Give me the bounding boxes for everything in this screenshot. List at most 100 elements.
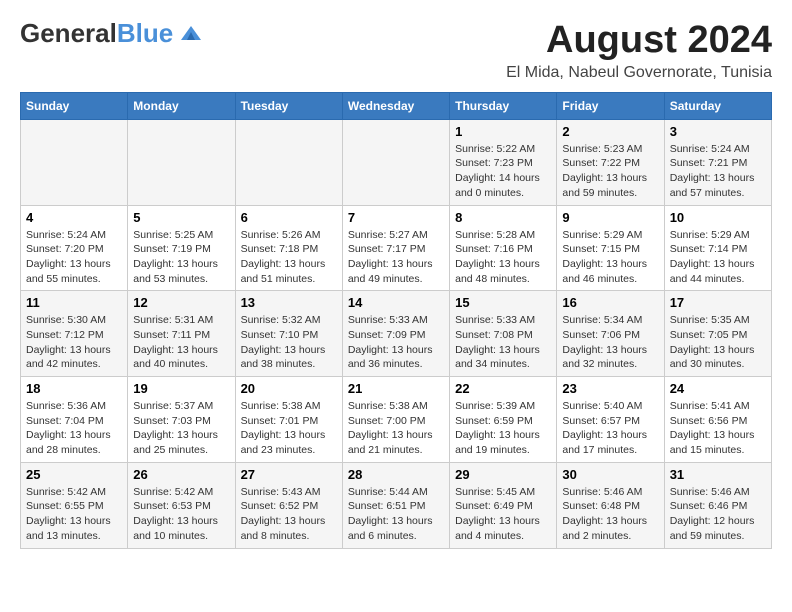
day-number: 7 — [348, 210, 444, 225]
calendar-cell: 7 Sunrise: 5:27 AM Sunset: 7:17 PM Daylig… — [342, 205, 449, 291]
day-number: 18 — [26, 381, 122, 396]
day-info: Sunrise: 5:46 AM Sunset: 6:46 PM Dayligh… — [670, 485, 766, 544]
day-number: 26 — [133, 467, 229, 482]
day-info: Sunrise: 5:36 AM Sunset: 7:04 PM Dayligh… — [26, 399, 122, 458]
calendar-cell: 18 Sunrise: 5:36 AM Sunset: 7:04 PM Dayli… — [21, 377, 128, 463]
day-info: Sunrise: 5:24 AM Sunset: 7:21 PM Dayligh… — [670, 142, 766, 201]
logo-icon — [177, 22, 205, 44]
day-number: 10 — [670, 210, 766, 225]
calendar-cell: 11Sunrise: 5:30 AM Sunset: 7:12 PM Dayli… — [21, 291, 128, 377]
calendar-cell: 6 Sunrise: 5:26 AM Sunset: 7:18 PM Daylig… — [235, 205, 342, 291]
calendar-cell — [235, 119, 342, 205]
calendar-cell: 19 Sunrise: 5:37 AM Sunset: 7:03 PM Dayli… — [128, 377, 235, 463]
day-info: Sunrise: 5:34 AM Sunset: 7:06 PM Dayligh… — [562, 313, 658, 372]
calendar-cell: 29Sunrise: 5:45 AM Sunset: 6:49 PM Dayli… — [450, 462, 557, 548]
day-info: Sunrise: 5:42 AM Sunset: 6:53 PM Dayligh… — [133, 485, 229, 544]
day-number: 9 — [562, 210, 658, 225]
calendar-cell: 30 Sunrise: 5:46 AM Sunset: 6:48 PM Dayli… — [557, 462, 664, 548]
calendar-cell: 26 Sunrise: 5:42 AM Sunset: 6:53 PM Dayli… — [128, 462, 235, 548]
calendar-cell: 16 Sunrise: 5:34 AM Sunset: 7:06 PM Dayli… — [557, 291, 664, 377]
day-info: Sunrise: 5:31 AM Sunset: 7:11 PM Dayligh… — [133, 313, 229, 372]
calendar-cell: 20Sunrise: 5:38 AM Sunset: 7:01 PM Dayli… — [235, 377, 342, 463]
day-number: 14 — [348, 295, 444, 310]
weekday-header-sunday: Sunday — [21, 92, 128, 119]
day-number: 19 — [133, 381, 229, 396]
day-number: 29 — [455, 467, 551, 482]
day-number: 25 — [26, 467, 122, 482]
day-info: Sunrise: 5:42 AM Sunset: 6:55 PM Dayligh… — [26, 485, 122, 544]
day-info: Sunrise: 5:43 AM Sunset: 6:52 PM Dayligh… — [241, 485, 337, 544]
day-number: 22 — [455, 381, 551, 396]
calendar-cell: 8Sunrise: 5:28 AM Sunset: 7:16 PM Daylig… — [450, 205, 557, 291]
day-info: Sunrise: 5:23 AM Sunset: 7:22 PM Dayligh… — [562, 142, 658, 201]
calendar-week-3: 11Sunrise: 5:30 AM Sunset: 7:12 PM Dayli… — [21, 291, 772, 377]
day-number: 13 — [241, 295, 337, 310]
day-info: Sunrise: 5:25 AM Sunset: 7:19 PM Dayligh… — [133, 228, 229, 287]
day-number: 23 — [562, 381, 658, 396]
day-info: Sunrise: 5:32 AM Sunset: 7:10 PM Dayligh… — [241, 313, 337, 372]
calendar-cell: 23 Sunrise: 5:40 AM Sunset: 6:57 PM Dayli… — [557, 377, 664, 463]
day-info: Sunrise: 5:24 AM Sunset: 7:20 PM Dayligh… — [26, 228, 122, 287]
calendar-cell — [21, 119, 128, 205]
title-block: August 2024 El Mida, Nabeul Governorate,… — [506, 20, 772, 82]
day-info: Sunrise: 5:30 AM Sunset: 7:12 PM Dayligh… — [26, 313, 122, 372]
calendar-cell: 24Sunrise: 5:41 AM Sunset: 6:56 PM Dayli… — [664, 377, 771, 463]
day-number: 30 — [562, 467, 658, 482]
day-info: Sunrise: 5:27 AM Sunset: 7:17 PM Dayligh… — [348, 228, 444, 287]
day-info: Sunrise: 5:39 AM Sunset: 6:59 PM Dayligh… — [455, 399, 551, 458]
calendar-cell: 3Sunrise: 5:24 AM Sunset: 7:21 PM Daylig… — [664, 119, 771, 205]
day-info: Sunrise: 5:40 AM Sunset: 6:57 PM Dayligh… — [562, 399, 658, 458]
day-number: 31 — [670, 467, 766, 482]
calendar-cell: 5 Sunrise: 5:25 AM Sunset: 7:19 PM Daylig… — [128, 205, 235, 291]
calendar-cell: 13 Sunrise: 5:32 AM Sunset: 7:10 PM Dayli… — [235, 291, 342, 377]
logo-blue: Blue — [117, 18, 173, 48]
calendar-week-5: 25 Sunrise: 5:42 AM Sunset: 6:55 PM Dayli… — [21, 462, 772, 548]
weekday-header-monday: Monday — [128, 92, 235, 119]
day-info: Sunrise: 5:44 AM Sunset: 6:51 PM Dayligh… — [348, 485, 444, 544]
day-number: 1 — [455, 124, 551, 139]
calendar-cell: 2 Sunrise: 5:23 AM Sunset: 7:22 PM Daylig… — [557, 119, 664, 205]
calendar-cell: 25 Sunrise: 5:42 AM Sunset: 6:55 PM Dayli… — [21, 462, 128, 548]
day-number: 27 — [241, 467, 337, 482]
day-number: 15 — [455, 295, 551, 310]
calendar-cell: 4 Sunrise: 5:24 AM Sunset: 7:20 PM Daylig… — [21, 205, 128, 291]
calendar-cell: 15 Sunrise: 5:33 AM Sunset: 7:08 PM Dayli… — [450, 291, 557, 377]
calendar-cell: 12Sunrise: 5:31 AM Sunset: 7:11 PM Dayli… — [128, 291, 235, 377]
weekday-header-thursday: Thursday — [450, 92, 557, 119]
weekday-header-tuesday: Tuesday — [235, 92, 342, 119]
calendar-table: SundayMondayTuesdayWednesdayThursdayFrid… — [20, 92, 772, 549]
calendar-cell: 1 Sunrise: 5:22 AM Sunset: 7:23 PM Daylig… — [450, 119, 557, 205]
weekday-header-wednesday: Wednesday — [342, 92, 449, 119]
logo: GeneralBlue — [20, 20, 205, 46]
calendar-week-1: 1 Sunrise: 5:22 AM Sunset: 7:23 PM Daylig… — [21, 119, 772, 205]
weekday-header-saturday: Saturday — [664, 92, 771, 119]
weekday-header-friday: Friday — [557, 92, 664, 119]
calendar-cell — [128, 119, 235, 205]
day-number: 5 — [133, 210, 229, 225]
day-info: Sunrise: 5:35 AM Sunset: 7:05 PM Dayligh… — [670, 313, 766, 372]
day-number: 21 — [348, 381, 444, 396]
day-info: Sunrise: 5:46 AM Sunset: 6:48 PM Dayligh… — [562, 485, 658, 544]
day-info: Sunrise: 5:33 AM Sunset: 7:08 PM Dayligh… — [455, 313, 551, 372]
weekday-header-row: SundayMondayTuesdayWednesdayThursdayFrid… — [21, 92, 772, 119]
day-info: Sunrise: 5:22 AM Sunset: 7:23 PM Dayligh… — [455, 142, 551, 201]
day-number: 6 — [241, 210, 337, 225]
day-info: Sunrise: 5:37 AM Sunset: 7:03 PM Dayligh… — [133, 399, 229, 458]
location-subtitle: El Mida, Nabeul Governorate, Tunisia — [506, 64, 772, 82]
day-number: 4 — [26, 210, 122, 225]
calendar-cell: 14Sunrise: 5:33 AM Sunset: 7:09 PM Dayli… — [342, 291, 449, 377]
month-year-title: August 2024 — [506, 20, 772, 62]
day-info: Sunrise: 5:26 AM Sunset: 7:18 PM Dayligh… — [241, 228, 337, 287]
day-number: 20 — [241, 381, 337, 396]
day-info: Sunrise: 5:29 AM Sunset: 7:15 PM Dayligh… — [562, 228, 658, 287]
calendar-cell — [342, 119, 449, 205]
day-info: Sunrise: 5:29 AM Sunset: 7:14 PM Dayligh… — [670, 228, 766, 287]
logo-general: General — [20, 18, 117, 48]
day-number: 16 — [562, 295, 658, 310]
page-header: GeneralBlue August 2024 El Mida, Nabeul … — [20, 20, 772, 82]
calendar-cell: 31 Sunrise: 5:46 AM Sunset: 6:46 PM Dayli… — [664, 462, 771, 548]
day-info: Sunrise: 5:38 AM Sunset: 7:00 PM Dayligh… — [348, 399, 444, 458]
day-number: 28 — [348, 467, 444, 482]
day-number: 2 — [562, 124, 658, 139]
day-info: Sunrise: 5:28 AM Sunset: 7:16 PM Dayligh… — [455, 228, 551, 287]
